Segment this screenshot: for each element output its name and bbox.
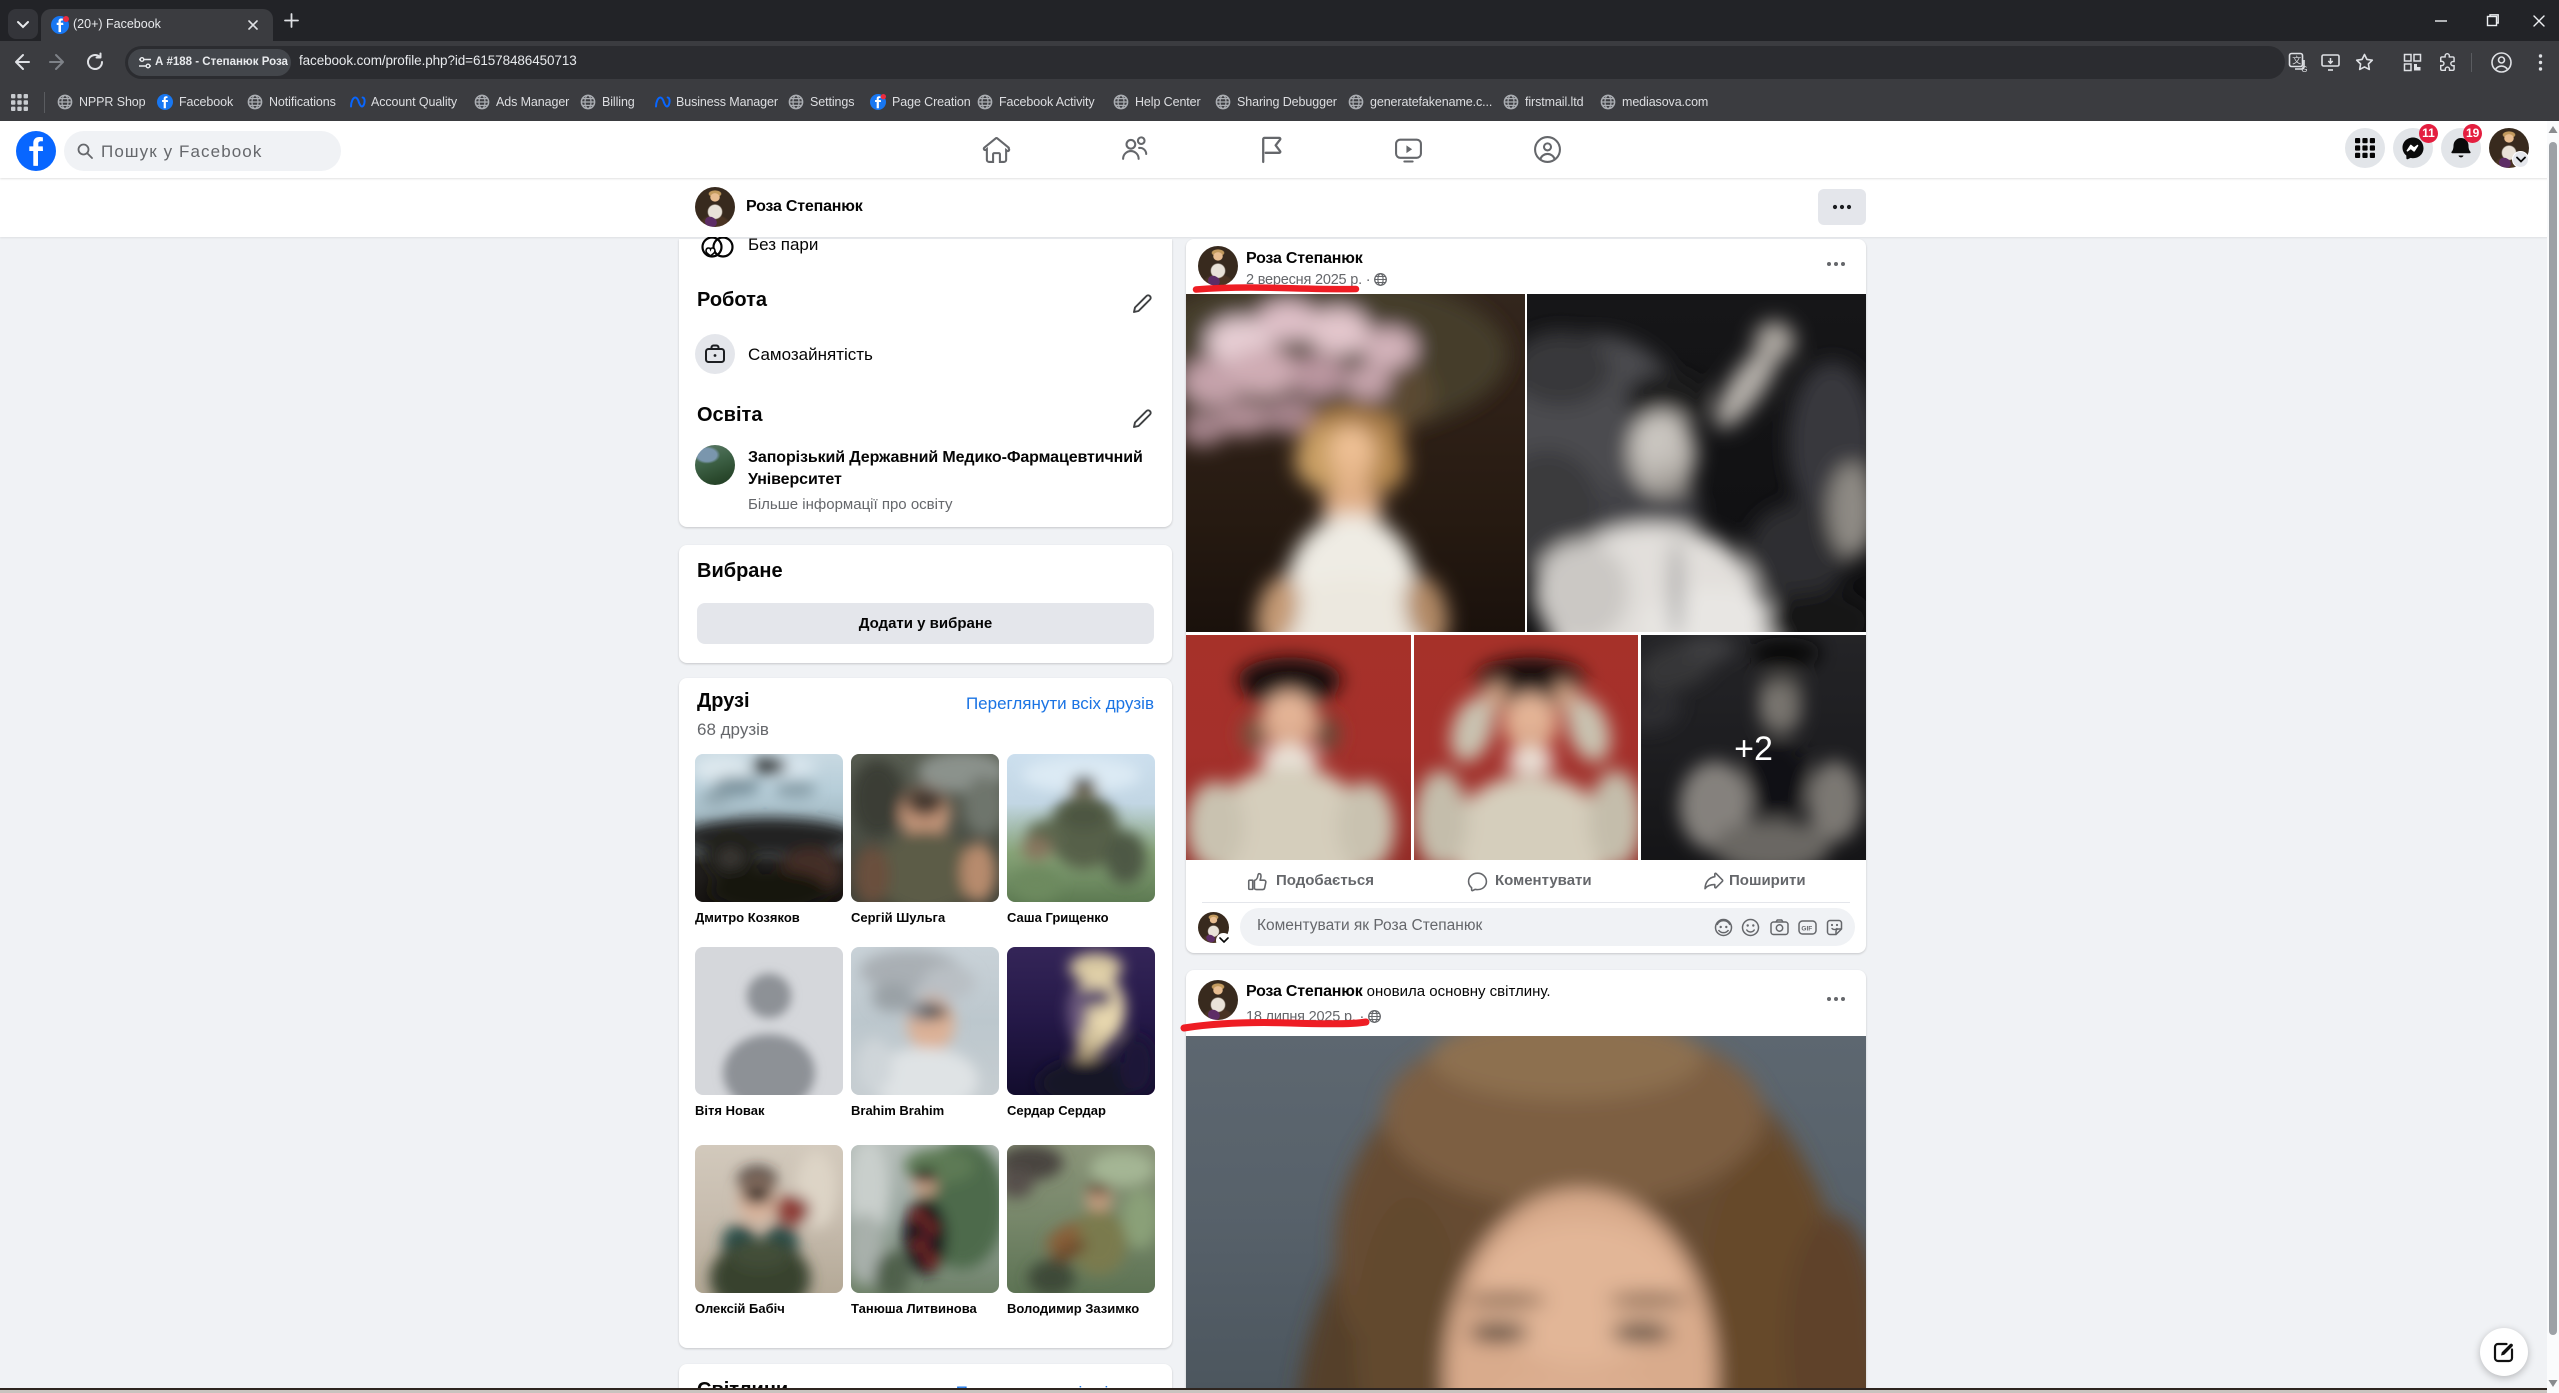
svg-text:GIF: GIF <box>1801 926 1812 933</box>
svg-text:文: 文 <box>2292 55 2301 66</box>
svg-text:G: G <box>2301 65 2307 73</box>
